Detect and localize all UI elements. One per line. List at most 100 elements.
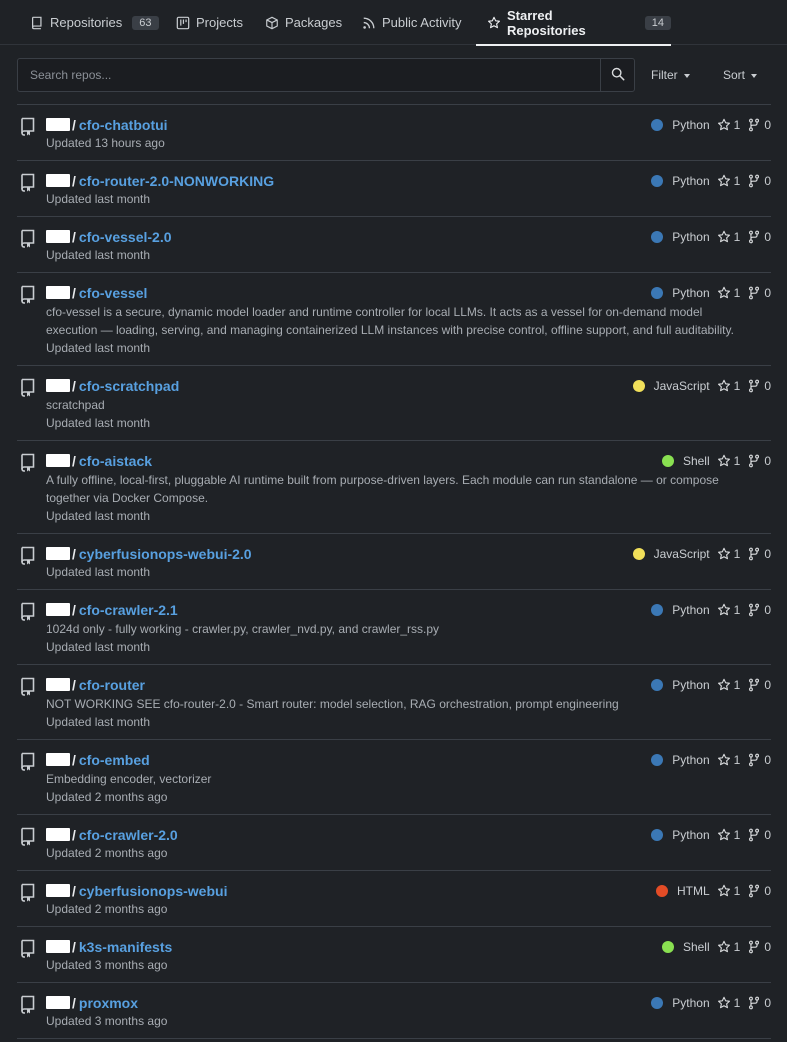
star-icon[interactable] xyxy=(717,996,731,1010)
chevron-down-icon xyxy=(751,73,758,78)
fork-count[interactable]: 0 xyxy=(764,230,771,244)
repo-name-link[interactable]: k3s-manifests xyxy=(79,939,172,955)
fork-icon[interactable] xyxy=(747,678,761,692)
star-count[interactable]: 1 xyxy=(734,286,741,300)
star-icon[interactable] xyxy=(717,884,731,898)
fork-icon[interactable] xyxy=(747,230,761,244)
redacted-owner xyxy=(46,996,70,1009)
star-count[interactable]: 1 xyxy=(734,230,741,244)
redacted-owner xyxy=(46,118,70,131)
tab-starred-repositories[interactable]: Starred Repositories 14 xyxy=(476,0,671,46)
repo-name-link[interactable]: cfo-scratchpad xyxy=(79,378,179,394)
fork-icon[interactable] xyxy=(747,603,761,617)
repo-name-link[interactable]: cfo-vessel-2.0 xyxy=(79,229,172,245)
repo-icon xyxy=(20,545,36,565)
list-item: / proxmox Updated 3 months ago Python 1 … xyxy=(17,983,771,1039)
star-icon[interactable] xyxy=(717,454,731,468)
star-count[interactable]: 1 xyxy=(734,547,741,561)
star-icon[interactable] xyxy=(717,118,731,132)
tab-public-activity[interactable]: Public Activity xyxy=(362,0,461,45)
redacted-owner xyxy=(46,379,70,392)
fork-count[interactable]: 0 xyxy=(764,286,771,300)
star-count[interactable]: 1 xyxy=(734,454,741,468)
owner-separator: / xyxy=(72,938,76,955)
repo-language: Python xyxy=(672,752,710,767)
star-count[interactable]: 1 xyxy=(734,174,741,188)
star-count[interactable]: 1 xyxy=(734,753,741,767)
fork-count[interactable]: 0 xyxy=(764,678,771,692)
tab-packages[interactable]: Packages xyxy=(265,0,342,45)
fork-count[interactable]: 0 xyxy=(764,996,771,1010)
repo-updated: Updated last month xyxy=(46,565,151,579)
repo-icon xyxy=(20,452,36,472)
star-count[interactable]: 1 xyxy=(734,996,741,1010)
repo-icon xyxy=(20,601,36,621)
fork-icon[interactable] xyxy=(747,379,761,393)
repo-name-link[interactable]: cfo-router-2.0-NONWORKING xyxy=(79,173,274,189)
repo-description: scratchpad xyxy=(46,398,105,412)
fork-count[interactable]: 0 xyxy=(764,940,771,954)
language-color-dot xyxy=(661,940,674,953)
star-count[interactable]: 1 xyxy=(734,884,741,898)
repo-name-link[interactable]: cfo-embed xyxy=(79,752,150,768)
star-count[interactable]: 1 xyxy=(734,603,741,617)
repo-description: NOT WORKING SEE cfo-router-2.0 - Smart r… xyxy=(46,697,619,711)
star-count[interactable]: 1 xyxy=(734,118,741,132)
fork-icon[interactable] xyxy=(747,884,761,898)
repo-name-link[interactable]: cfo-vessel xyxy=(79,285,147,301)
star-icon[interactable] xyxy=(717,828,731,842)
fork-icon[interactable] xyxy=(747,940,761,954)
star-icon[interactable] xyxy=(717,174,731,188)
fork-count[interactable]: 0 xyxy=(764,174,771,188)
star-icon[interactable] xyxy=(717,603,731,617)
repo-icon xyxy=(20,172,36,192)
redacted-owner xyxy=(46,678,70,691)
owner-separator: / xyxy=(72,284,76,301)
star-icon[interactable] xyxy=(717,547,731,561)
fork-count[interactable]: 0 xyxy=(764,454,771,468)
star-icon[interactable] xyxy=(717,753,731,767)
sort-dropdown[interactable]: Sort xyxy=(723,58,758,92)
star-icon[interactable] xyxy=(717,678,731,692)
repo-name-link[interactable]: cfo-aistack xyxy=(79,453,152,469)
redacted-owner xyxy=(46,940,70,953)
repo-icon xyxy=(20,676,36,696)
fork-count[interactable]: 0 xyxy=(764,379,771,393)
fork-icon[interactable] xyxy=(747,118,761,132)
fork-count[interactable]: 0 xyxy=(764,118,771,132)
fork-icon[interactable] xyxy=(747,753,761,767)
repo-name-link[interactable]: cfo-crawler-2.0 xyxy=(79,827,178,843)
fork-count[interactable]: 0 xyxy=(764,753,771,767)
star-icon[interactable] xyxy=(717,286,731,300)
repo-name-link[interactable]: cyberfusionops-webui-2.0 xyxy=(79,546,252,562)
repo-name-link[interactable]: cfo-chatbotui xyxy=(79,117,168,133)
star-count[interactable]: 1 xyxy=(734,940,741,954)
fork-count[interactable]: 0 xyxy=(764,547,771,561)
fork-icon[interactable] xyxy=(747,286,761,300)
star-icon[interactable] xyxy=(717,379,731,393)
search-button[interactable] xyxy=(600,59,634,91)
repo-name-link[interactable]: proxmox xyxy=(79,995,138,1011)
fork-icon[interactable] xyxy=(747,454,761,468)
tab-repositories[interactable]: Repositories 63 xyxy=(30,0,159,45)
repo-name-link[interactable]: cyberfusionops-webui xyxy=(79,883,228,899)
repo-icon xyxy=(20,284,36,304)
star-icon[interactable] xyxy=(717,940,731,954)
fork-count[interactable]: 0 xyxy=(764,828,771,842)
filter-dropdown[interactable]: Filter xyxy=(651,58,690,92)
fork-icon[interactable] xyxy=(747,547,761,561)
star-count[interactable]: 1 xyxy=(734,379,741,393)
fork-count[interactable]: 0 xyxy=(764,603,771,617)
star-count[interactable]: 1 xyxy=(734,678,741,692)
repo-name-link[interactable]: cfo-crawler-2.1 xyxy=(79,602,178,618)
fork-count[interactable]: 0 xyxy=(764,884,771,898)
search-input[interactable] xyxy=(18,59,600,91)
redacted-owner xyxy=(46,884,70,897)
tab-projects[interactable]: Projects xyxy=(176,0,243,45)
fork-icon[interactable] xyxy=(747,828,761,842)
fork-icon[interactable] xyxy=(747,174,761,188)
star-count[interactable]: 1 xyxy=(734,828,741,842)
fork-icon[interactable] xyxy=(747,996,761,1010)
star-icon[interactable] xyxy=(717,230,731,244)
repo-name-link[interactable]: cfo-router xyxy=(79,677,145,693)
